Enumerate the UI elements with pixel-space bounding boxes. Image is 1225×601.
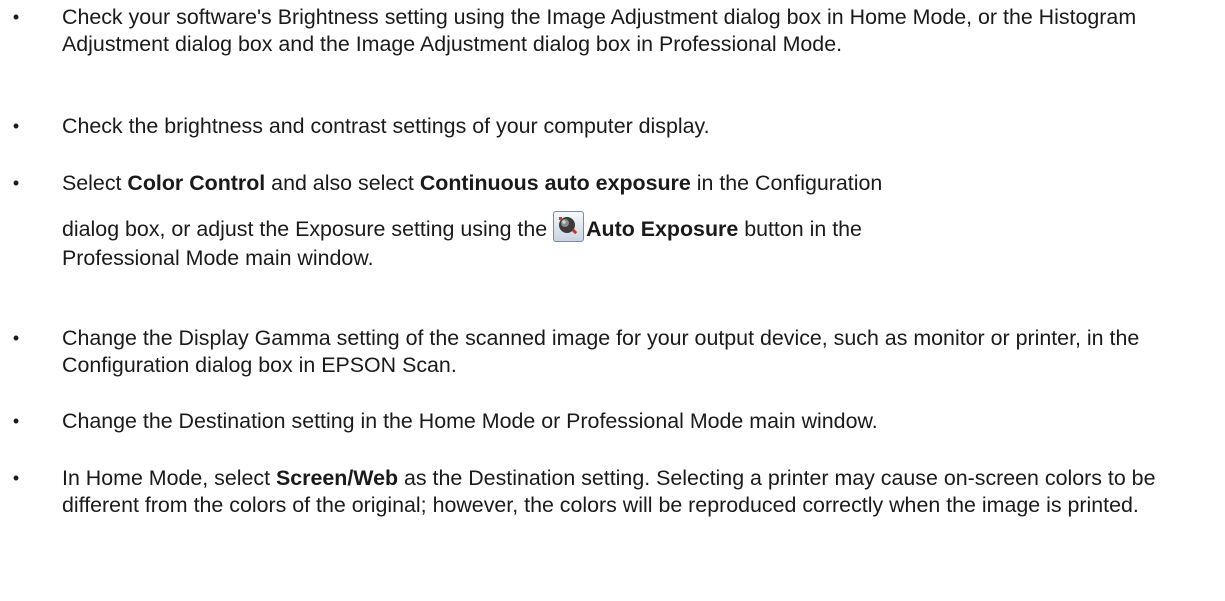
list-item-text: Check your software's Brightness setting…	[62, 5, 1137, 56]
bullet: •	[12, 411, 20, 431]
color-control-term: Color Control	[127, 171, 266, 195]
bullet: •	[12, 116, 20, 136]
list-item: • Check your software's Brightness setti…	[13, 4, 1212, 57]
list-item: • Select Color Control and also select C…	[13, 170, 1212, 271]
bullet: •	[12, 7, 20, 27]
list-item: • Check the brightness and contrast sett…	[13, 113, 1212, 140]
continuous-auto-exposure-term: Continuous auto exposure	[419, 171, 691, 195]
bullet: •	[12, 468, 20, 488]
list-item-text: Change the Destination setting in the Ho…	[62, 409, 878, 433]
list-item-text: Check the brightness and contrast settin…	[62, 114, 710, 138]
list-item-line: Select Color Control and also select Con…	[62, 171, 883, 195]
document: • Check your software's Brightness setti…	[0, 0, 1225, 601]
list-item-text: Change the Display Gamma setting of the …	[62, 326, 1140, 377]
auto-exposure-term: Auto Exposure	[586, 216, 739, 241]
list-item: • Change the Destination setting in the …	[13, 408, 1212, 435]
bullet: •	[12, 328, 20, 348]
screen-web-term: Screen/Web	[276, 466, 399, 490]
list-item-line: Professional Mode main window.	[62, 245, 374, 270]
list-item: • In Home Mode, select Screen/Web as the…	[13, 465, 1212, 518]
list-item: • Change the Display Gamma setting of th…	[13, 325, 1212, 378]
bullet: •	[12, 173, 20, 193]
list-item-line: dialog box, or adjust the Exposure setti…	[62, 210, 1212, 245]
auto-exposure-icon	[553, 210, 585, 242]
